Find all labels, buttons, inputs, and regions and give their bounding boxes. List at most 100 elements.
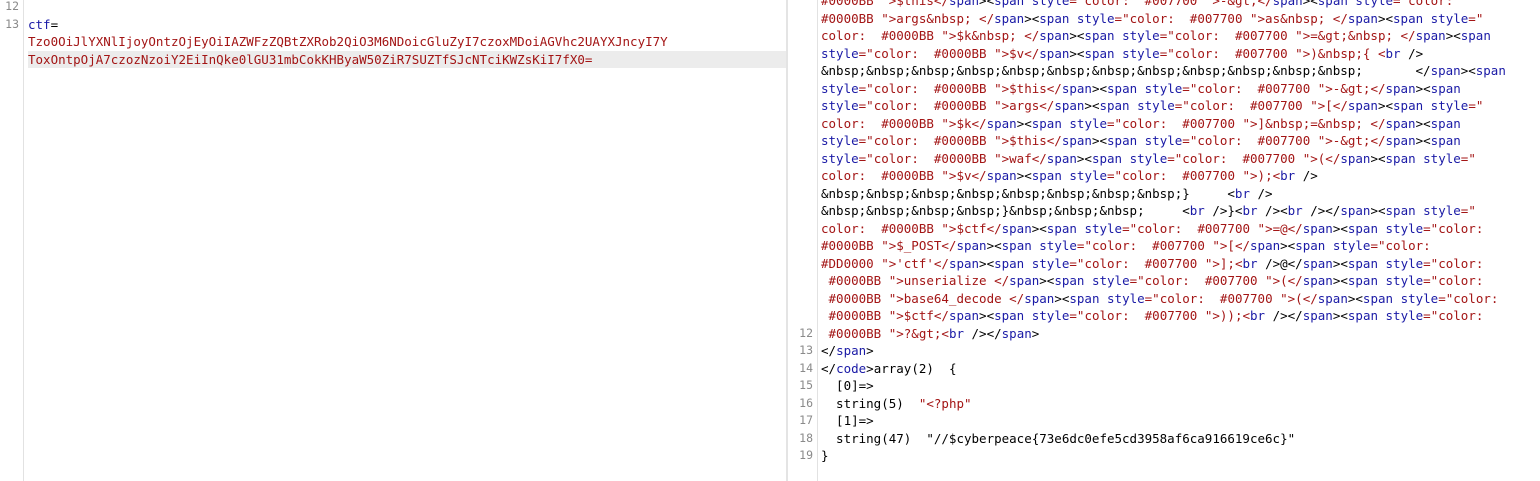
code-line[interactable]: style="color: #0000BB ">$this</span><spa… [821,132,1540,150]
code-token: span [1046,220,1085,236]
line-number: 19 [799,448,813,462]
code-token: ="color: #007700 ">=@</ [1122,220,1303,236]
code-token: span [1091,150,1130,166]
code-token: span [986,168,1017,183]
request-body[interactable]: ctf= Tzo0OiJlYXNlIjoyOntzOjEyOiIAZWFzZQBt… [28,0,786,68]
code-token: span [1039,45,1070,61]
code-line[interactable]: color: #0000BB ">$k</span><span style="c… [821,115,1540,133]
code-token: /> [1295,168,1318,183]
code-token: br [1385,45,1401,61]
code-token: span [1039,28,1070,43]
request-editor[interactable]: 12 13 ctf= Tzo0OiJlYXNlIjoyOntzOjEyOiIAZWF… [0,0,786,481]
code-line[interactable]: style="color: #0000BB ">$v</span><span s… [821,45,1540,63]
response-body[interactable]: #0000BB ">$this</span><span style="color… [821,0,1540,481]
code-line[interactable]: #0000BB ">$ctf</span><span style="color:… [821,307,1540,325]
code-token: style [1400,290,1439,306]
code-line[interactable]: #0000BB ">unserialize </span><span style… [821,272,1540,290]
code-token: span [1475,63,1506,78]
code-line[interactable]: </code>array(2) { [821,360,1540,378]
code-token: span [1031,168,1070,183]
code-token: span [1460,28,1491,43]
line-number: 16 [799,395,813,410]
code-line[interactable]: Tzo0OiJlYXNlIjoyOntzOjEyOiIAZWFzZQBtZXRo… [28,33,786,51]
code-token: span [1385,150,1424,166]
code-line[interactable]: } [821,447,1540,465]
code-token: style [1430,10,1469,26]
code-line[interactable]: &nbsp;&nbsp;&nbsp;&nbsp;&nbsp;&nbsp;&nbs… [821,185,1540,203]
code-line[interactable]: #0000BB ">base64_decode </span><span sty… [821,290,1540,308]
code-line[interactable]: ctf= [28,16,786,34]
code-token: ToxOntpOjA7czozNzoiY2EiInQke0lGU31mbCokK… [28,51,593,67]
code-token: style [821,80,859,96]
code-token: span [1054,273,1092,288]
code-token: span [1272,0,1303,8]
code-token: span [1001,220,1032,236]
code-token: >< [1332,255,1348,271]
code-token: [0]=> [821,378,874,393]
code-token: >< [1069,28,1085,43]
code-token: span [1069,290,1108,306]
code-line[interactable]: string(5) "<?php" [821,395,1540,413]
code-token: /></ [1265,308,1303,323]
code-line[interactable]: </span> [821,342,1540,360]
code-token: span [1347,10,1378,26]
code-token: #0000BB ">args&nbsp; </ [821,10,995,26]
code-line[interactable]: style="color: #0000BB ">waf</span><span … [821,150,1540,168]
code-token: Tzo0OiJlYXNlIjoyOntzOjEyOiIAZWFzZQBtZXRo… [28,34,668,49]
code-token: ="color: [1423,255,1484,271]
code-token: /></ [1302,203,1341,218]
code-line[interactable]: #DD0000 ">'ctf'</span><span style="color… [821,255,1540,273]
code-token: span [1385,80,1416,96]
code-line[interactable]: #0000BB ">$_POST</span><span style="colo… [821,237,1540,255]
code-line[interactable]: color: #0000BB ">$v</span><span style="c… [821,167,1540,185]
code-line[interactable]: ToxOntpOjA7czozNzoiY2EiInQke0lGU31mbCokK… [28,50,786,68]
code-token: span [1031,115,1070,131]
code-token: span [1054,98,1085,113]
code-token: span [994,10,1025,26]
line-number: 18 [799,430,813,445]
code-token: </ [821,360,837,376]
code-line[interactable]: &nbsp;&nbsp;&nbsp;&nbsp;&nbsp;&nbsp;&nbs… [821,62,1540,80]
code-token: color: #0000BB ">$v</ [821,168,987,183]
code-token: /></ [964,325,1002,341]
code-line[interactable] [821,465,1540,481]
code-line[interactable]: #0000BB ">$this</span><span style="color… [821,0,1540,10]
code-line[interactable]: color: #0000BB ">$ctf</span><span style=… [821,220,1540,238]
code-token: >< [1039,273,1055,288]
code-token: ="color: [1438,290,1499,306]
code-token: &nbsp;&nbsp;&nbsp;&nbsp;&nbsp;&nbsp;&nbs… [821,185,1235,201]
code-token: ="color: #007700 ">-&gt;</ [1182,133,1386,148]
code-token: #DD0000 ">'ctf'</ [821,255,949,271]
code-token: span [948,0,980,8]
code-line[interactable]: color: #0000BB ">$k&nbsp; </span><span s… [821,27,1540,45]
code-line[interactable]: string(47) "//$cyberpeace{73e6dc0efe5cd3… [821,430,1540,448]
code-token: ="color: #007700 ">[</ [1076,238,1251,253]
code-token: span [1099,98,1138,113]
code-token: style [821,98,859,113]
code-token: >< [1370,150,1386,166]
code-line[interactable] [28,0,786,16]
code-token: span [1347,98,1378,113]
code-token: style [1332,238,1371,253]
code-token: style [1069,168,1108,183]
response-viewer[interactable]: 12 13 14 15 16 17 18 19 #0000BB ">$this</span><… [788,0,1540,481]
code-token: span [986,115,1017,131]
code-line[interactable]: [0]=> [821,377,1540,395]
code-token: span [1362,290,1401,306]
code-token: span [1430,133,1461,148]
code-line[interactable]: style="color: #0000BB ">$this</span><spa… [821,80,1540,98]
code-token: >< [1370,203,1386,218]
code-line[interactable]: &nbsp;&nbsp;&nbsp;&nbsp;}&nbsp;&nbsp;&nb… [821,202,1540,220]
code-token: style [1107,290,1145,306]
code-token: style [821,45,859,61]
code-token: >< [1332,308,1348,323]
code-token: span [1385,203,1424,218]
line-number: 15 [799,378,813,392]
code-line[interactable]: [1]=> [821,412,1540,430]
code-token: ctf [28,16,51,32]
code-token: br [1287,203,1303,218]
code-token: span [1001,238,1040,253]
code-line[interactable]: #0000BB ">?&gt;<br /></span> [821,325,1540,343]
code-line[interactable]: style="color: #0000BB ">args</span><span… [821,97,1540,115]
code-line[interactable]: #0000BB ">args&nbsp; </span><span style=… [821,10,1540,28]
